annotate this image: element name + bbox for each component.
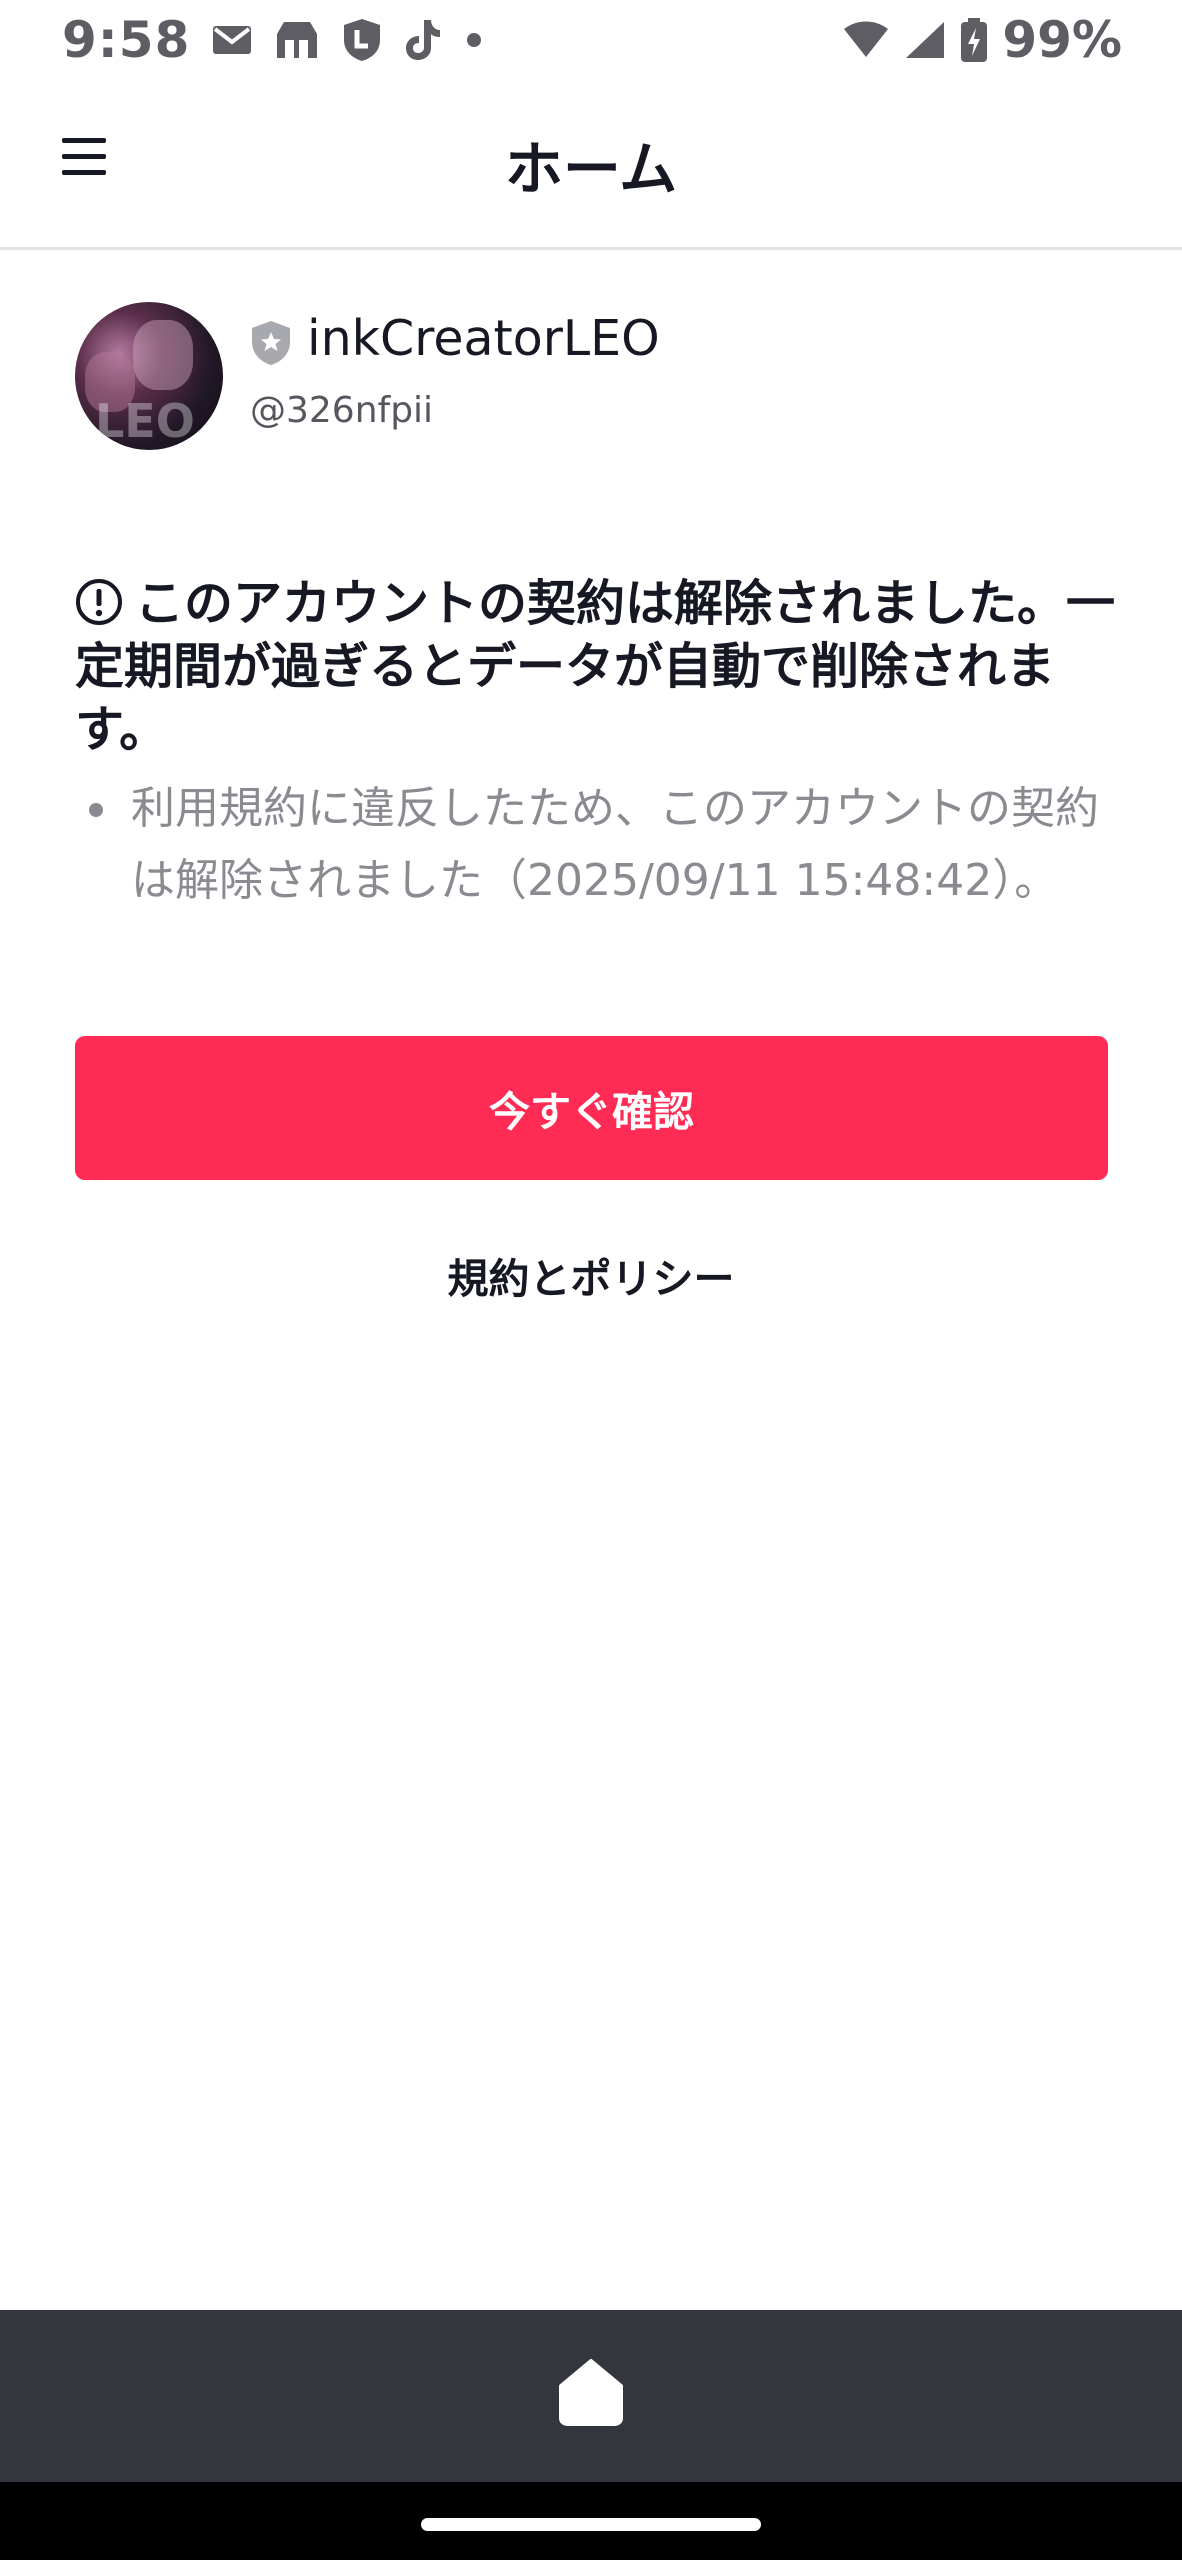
- status-bar: 9:58 99%: [0, 0, 1182, 80]
- notice-title: このアカウントの契約は解除されました。一定期間が過ぎるとデータが自動で削除されま…: [75, 575, 1116, 758]
- battery-charging-icon: [960, 17, 988, 63]
- shield-star-icon: [250, 320, 292, 366]
- status-left: 9:58: [62, 11, 484, 69]
- battery-percent: 99%: [1002, 11, 1122, 69]
- status-right: 99%: [842, 11, 1122, 69]
- terms-policy-link[interactable]: 規約とポリシー: [0, 1245, 1182, 1305]
- top-nav: ホーム: [0, 80, 1182, 250]
- shield-app-icon: [342, 18, 382, 62]
- signal-icon: [904, 20, 946, 60]
- status-time: 9:58: [62, 11, 191, 69]
- avatar-text: LEO: [95, 394, 195, 448]
- user-handle: @326nfpii: [250, 390, 434, 431]
- profile-header: LEO inkCreatorLEO @326nfpii: [75, 302, 1115, 452]
- ban-notice: このアカウントの契約は解除されました。一定期間が過ぎるとデータが自動で削除されま…: [75, 572, 1115, 917]
- wifi-icon: [842, 21, 890, 59]
- username: inkCreatorLEO: [307, 310, 660, 367]
- notice-detail-item: 利用規約に違反したため、このアカウントの契約は解除されました（2025/09/1…: [75, 773, 1115, 917]
- bottom-nav: [0, 2310, 1182, 2482]
- dot-icon: [464, 30, 484, 50]
- store-icon: [274, 20, 320, 60]
- notice-title-block: このアカウントの契約は解除されました。一定期間が過ぎるとデータが自動で削除されま…: [75, 572, 1115, 761]
- mail-icon: [212, 24, 252, 56]
- alert-circle-icon: [75, 578, 123, 626]
- page-title: ホーム: [504, 135, 678, 203]
- avatar: LEO: [75, 302, 223, 450]
- home-icon[interactable]: [558, 2358, 624, 2426]
- bullet-dot: [89, 803, 103, 817]
- notice-detail: 利用規約に違反したため、このアカウントの契約は解除されました（2025/09/1…: [131, 783, 1099, 906]
- tiktok-icon: [404, 18, 442, 62]
- confirm-now-button[interactable]: 今すぐ確認: [75, 1036, 1108, 1180]
- gesture-handle[interactable]: [421, 2518, 761, 2531]
